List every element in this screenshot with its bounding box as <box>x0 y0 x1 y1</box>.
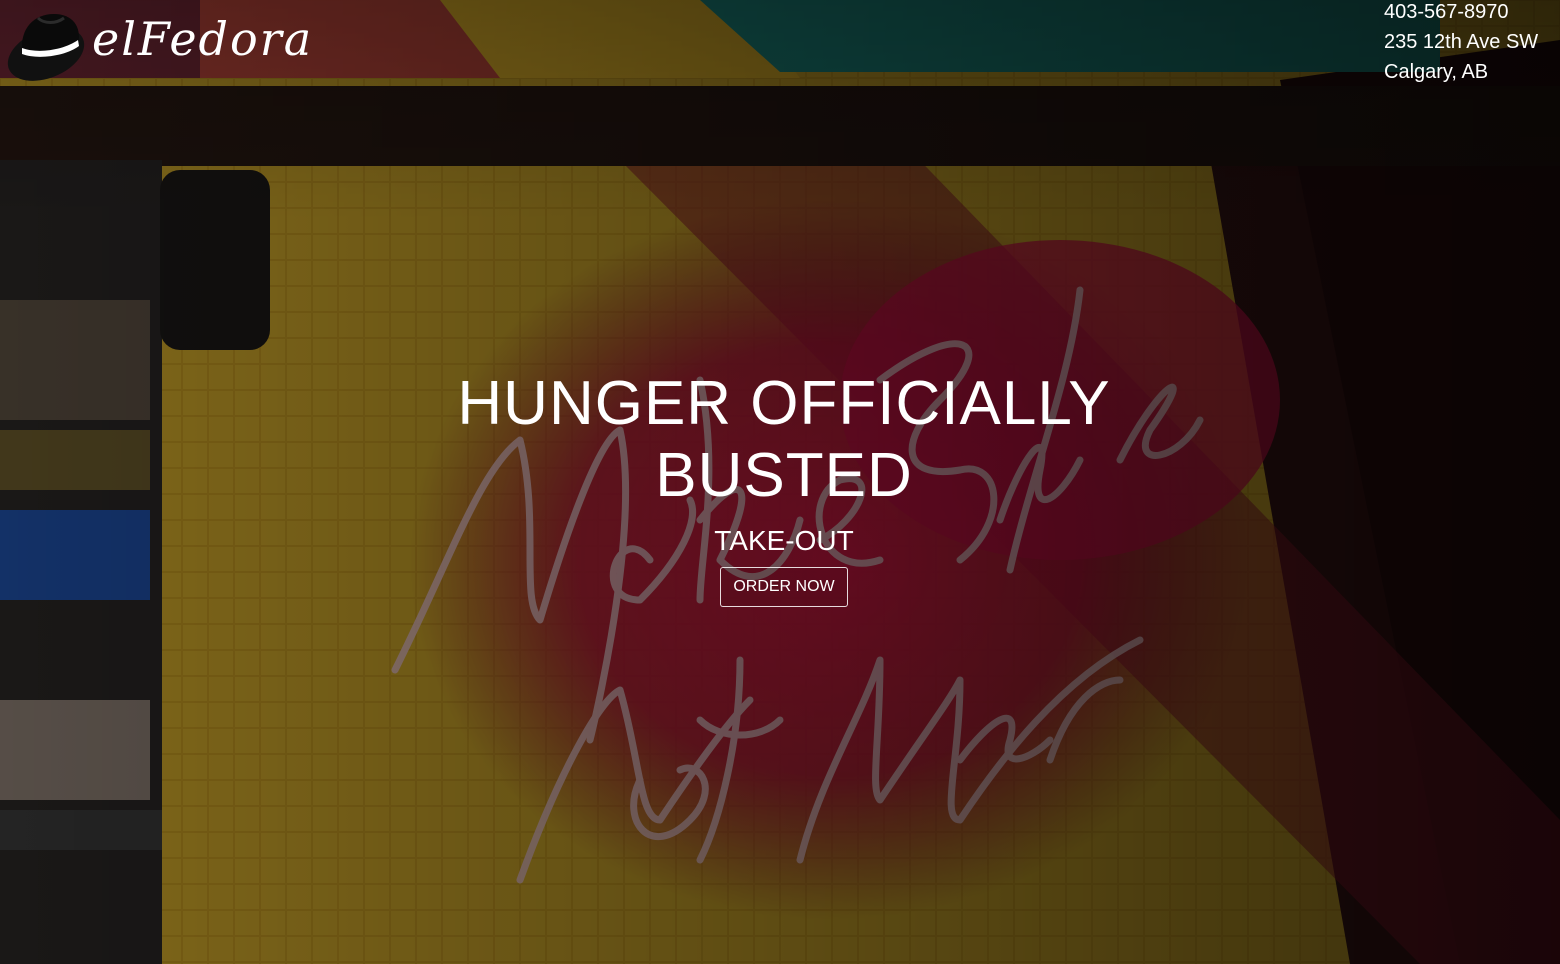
hero-subtitle: TAKE-OUT <box>714 525 854 556</box>
address-line-street: 235 12th Ave SW <box>1384 31 1539 53</box>
hero-content: HUNGER OFFICIALLY BUSTED TAKE-OUT ORDER … <box>430 368 1138 607</box>
hero-headline-line2: BUSTED <box>655 441 913 510</box>
address-line-city: Calgary, AB <box>1384 61 1489 83</box>
hero-section: elFedora 403-567-8970 235 12th Ave SW Ca… <box>0 0 1560 964</box>
brand-logo[interactable]: elFedora <box>4 8 311 88</box>
contact-info: 403-567-8970 235 12th Ave SW Calgary, AB <box>1384 0 1538 87</box>
hero-headline-line1: HUNGER OFFICIALLY <box>457 369 1111 438</box>
fedora-hat-icon <box>7 14 85 81</box>
hero-headline: HUNGER OFFICIALLY BUSTED <box>430 368 1138 512</box>
order-now-button[interactable]: ORDER NOW <box>720 567 848 607</box>
brand-logo-text: elFedora <box>92 12 314 66</box>
phone-number[interactable]: 403-567-8970 <box>1384 0 1538 27</box>
